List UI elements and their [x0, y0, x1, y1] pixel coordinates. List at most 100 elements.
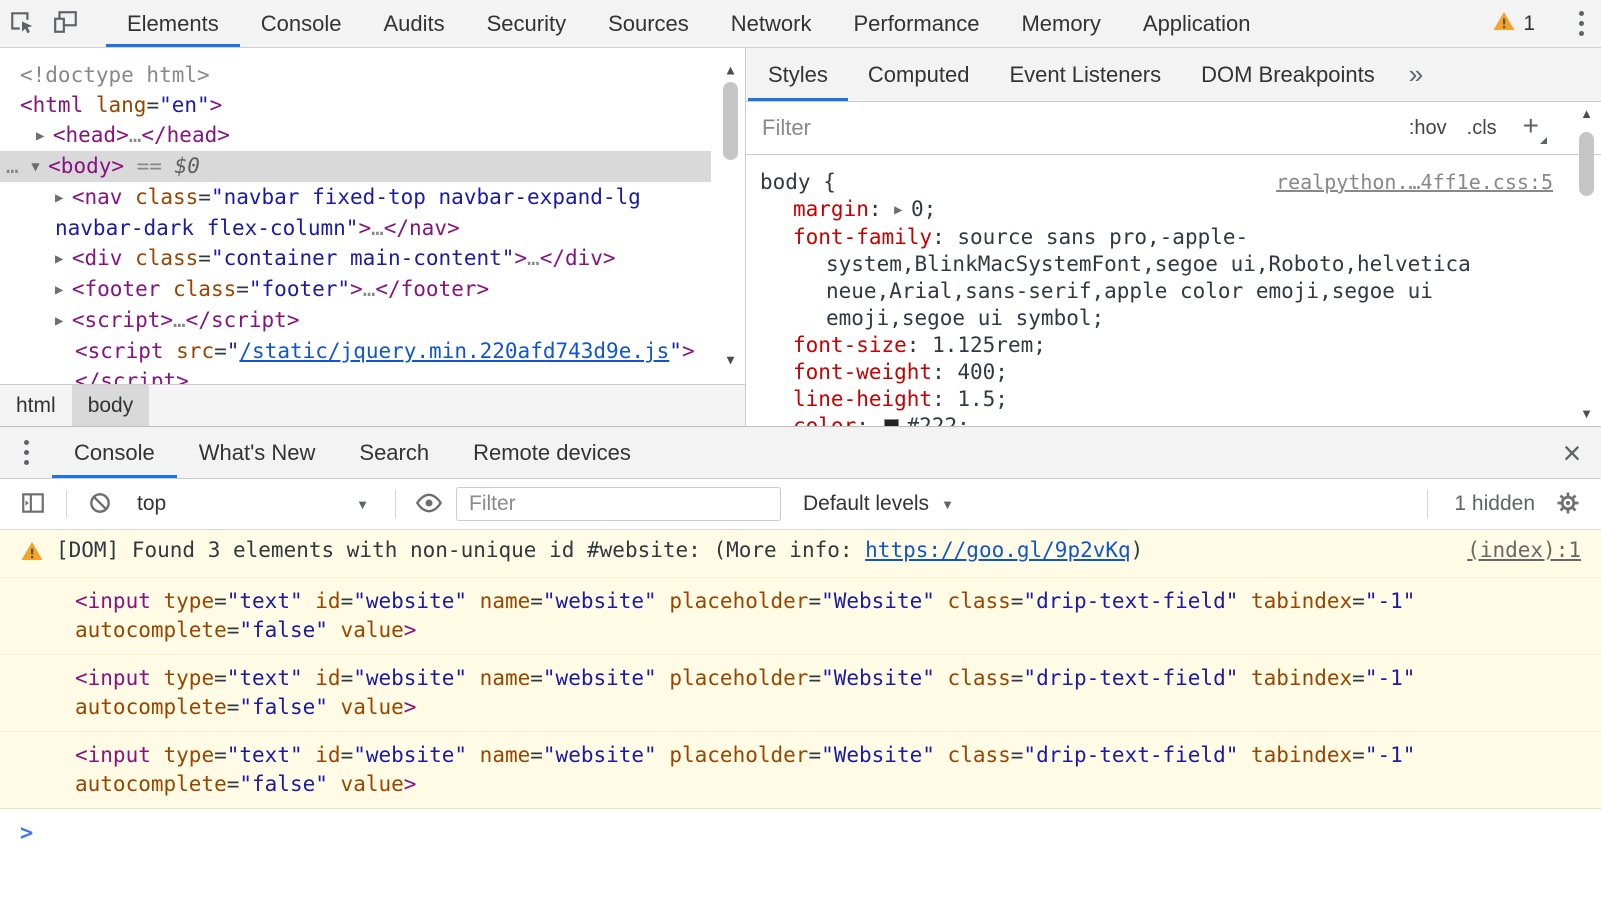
code-token: = — [227, 772, 240, 796]
disclosure-collapsed-icon[interactable]: ▶ — [55, 251, 72, 267]
tab-styles[interactable]: Styles — [748, 48, 848, 101]
tab-sources[interactable]: Sources — [587, 0, 710, 47]
disclosure-collapsed-icon[interactable]: ▶ — [55, 282, 72, 298]
scroll-up-icon[interactable]: ▲ — [1573, 106, 1600, 121]
tab-application[interactable]: Application — [1122, 0, 1272, 47]
disclosure-collapsed-icon[interactable]: ▶ — [36, 128, 53, 144]
toggle-device-toolbar-button[interactable] — [44, 0, 88, 47]
live-expression-button[interactable] — [412, 487, 446, 521]
breadcrumb-html[interactable]: html — [0, 385, 72, 426]
console-filter-input[interactable] — [456, 487, 781, 521]
disclosure-expanded-icon[interactable]: ▼ — [31, 159, 48, 175]
css-declaration-line-height[interactable]: line-height: 1.5; — [760, 386, 1553, 413]
hidden-siblings-ellipsis[interactable]: … — [6, 154, 31, 178]
scroll-down-icon[interactable]: ▼ — [717, 346, 744, 376]
pseudo-state-toggle[interactable]: :hov — [1409, 117, 1447, 140]
tab-security[interactable]: Security — [466, 0, 587, 47]
dom-node-doctype[interactable]: <!doctype html> — [0, 60, 711, 90]
console-element-output[interactable]: <input type="text" id="website" name="we… — [0, 577, 1601, 654]
element-class-toggle[interactable]: .cls — [1467, 117, 1497, 140]
tab-whats-new[interactable]: What's New — [177, 427, 338, 478]
dom-node-body-selected[interactable]: … ▼ <body> == $0 — [0, 151, 711, 182]
css-declaration-font-weight[interactable]: font-weight: 400; — [760, 359, 1553, 386]
dom-node-main-container[interactable]: ▶ <div class="container main-content">…<… — [0, 243, 711, 274]
code-token: tabindex — [1251, 743, 1352, 767]
css-declaration-margin[interactable]: margin: ▶ 0; — [760, 196, 1553, 224]
dom-node-inline-script[interactable]: ▶ <script>…</script> — [0, 305, 711, 336]
clear-console-button[interactable] — [83, 487, 117, 521]
styles-panel: Styles Computed Event Listeners DOM Brea… — [745, 48, 1601, 426]
dom-node-html[interactable]: <html lang="en"> — [0, 90, 711, 120]
tab-network[interactable]: Network — [710, 0, 833, 47]
dom-node-head[interactable]: ▶ <head>…</head> — [0, 120, 711, 151]
code-token: = — [341, 589, 354, 613]
kebab-menu-icon — [24, 438, 29, 468]
close-drawer-button[interactable]: × — [1543, 427, 1601, 478]
script-source-link[interactable]: /static/jquery.min.220afd743d9e.js — [239, 339, 669, 363]
more-info-link[interactable]: https://goo.gl/9p2vKq — [865, 538, 1131, 562]
main-menu-button[interactable] — [1561, 9, 1601, 39]
code-token: … — [527, 246, 540, 270]
code-token: : 400; — [932, 360, 1008, 384]
elements-scrollbar[interactable]: ▲ ▼ — [717, 54, 744, 378]
styles-filter-input[interactable] — [762, 115, 1389, 141]
stylesheet-source-link[interactable]: realpython.…4ff1e.css:5 — [1276, 169, 1553, 196]
disclosure-collapsed-icon[interactable]: ▶ — [55, 313, 72, 329]
drawer-menu-button[interactable] — [0, 427, 52, 478]
tab-audits[interactable]: Audits — [362, 0, 465, 47]
code-token: "false" — [239, 618, 328, 642]
scroll-down-icon[interactable]: ▼ — [1573, 406, 1600, 421]
expand-shorthand-icon[interactable]: ▶ — [894, 202, 911, 218]
frame-context-select[interactable]: top ▼ — [127, 492, 379, 516]
css-selector[interactable]: body { — [760, 169, 836, 196]
console-element-output[interactable]: <input type="text" id="website" name="we… — [0, 654, 1601, 731]
tab-memory[interactable]: Memory — [1000, 0, 1121, 47]
dom-node-nav[interactable]: ▶ <nav class="navbar fixed-top navbar-ex… — [0, 182, 711, 243]
tab-performance[interactable]: Performance — [832, 0, 1000, 47]
dom-node-jquery-script[interactable]: <script src="/static/jquery.min.220afd74… — [0, 336, 711, 366]
console-sidebar-toggle-button[interactable] — [16, 487, 50, 521]
more-tabs-icon[interactable]: » — [1395, 48, 1437, 101]
code-token: <input — [75, 666, 164, 690]
inspect-element-button[interactable] — [0, 0, 44, 47]
css-declaration-font-size[interactable]: font-size: 1.125rem; — [760, 332, 1553, 359]
code-token: : 1.125rem; — [907, 333, 1046, 357]
dom-node-script-close[interactable]: </script> — [0, 366, 711, 384]
console-element-output[interactable]: <input type="text" id="website" name="we… — [0, 731, 1601, 808]
tab-computed[interactable]: Computed — [848, 48, 990, 101]
code-token — [1238, 743, 1251, 767]
code-token: : — [869, 197, 894, 221]
code-token: = — [214, 666, 227, 690]
styles-scrollbar[interactable]: ▲ ▼ — [1573, 104, 1600, 423]
disclosure-collapsed-icon[interactable]: ▶ — [55, 190, 72, 206]
code-token — [467, 743, 480, 767]
code-token: = — [236, 277, 249, 301]
scrollbar-thumb[interactable] — [723, 82, 738, 160]
css-declaration-color[interactable]: color: #222; — [760, 413, 1553, 426]
css-declaration-font-family[interactable]: font-family: source sans pro,-apple-syst… — [760, 224, 1553, 332]
code-token: value — [341, 772, 404, 796]
code-token: 0; — [911, 197, 936, 221]
log-levels-select[interactable]: Default levels ▼ — [791, 492, 966, 516]
tab-search[interactable]: Search — [337, 427, 451, 478]
tab-dom-breakpoints[interactable]: DOM Breakpoints — [1181, 48, 1395, 101]
code-token: </footer> — [375, 277, 489, 301]
console-prompt-input[interactable] — [47, 821, 1581, 845]
message-source-link[interactable]: (index):1 — [1467, 536, 1581, 571]
breadcrumb-body[interactable]: body — [72, 385, 150, 426]
warning-triangle-icon — [20, 539, 44, 571]
color-swatch[interactable] — [884, 419, 899, 426]
console-settings-button[interactable] — [1551, 487, 1585, 521]
scrollbar-thumb[interactable] — [1579, 132, 1594, 196]
new-style-rule-button[interactable]: + — [1517, 110, 1545, 146]
error-warning-badge[interactable]: 1 — [1492, 9, 1535, 39]
code-token: type — [164, 589, 215, 613]
code-token: > — [404, 772, 417, 796]
warning-triangle-icon — [1492, 9, 1516, 39]
tab-event-listeners[interactable]: Event Listeners — [989, 48, 1181, 101]
tab-elements[interactable]: Elements — [106, 0, 240, 47]
dom-node-footer[interactable]: ▶ <footer class="footer">…</footer> — [0, 274, 711, 305]
tab-console[interactable]: Console — [240, 0, 363, 47]
tab-drawer-console[interactable]: Console — [52, 427, 177, 478]
tab-remote-devices[interactable]: Remote devices — [451, 427, 653, 478]
